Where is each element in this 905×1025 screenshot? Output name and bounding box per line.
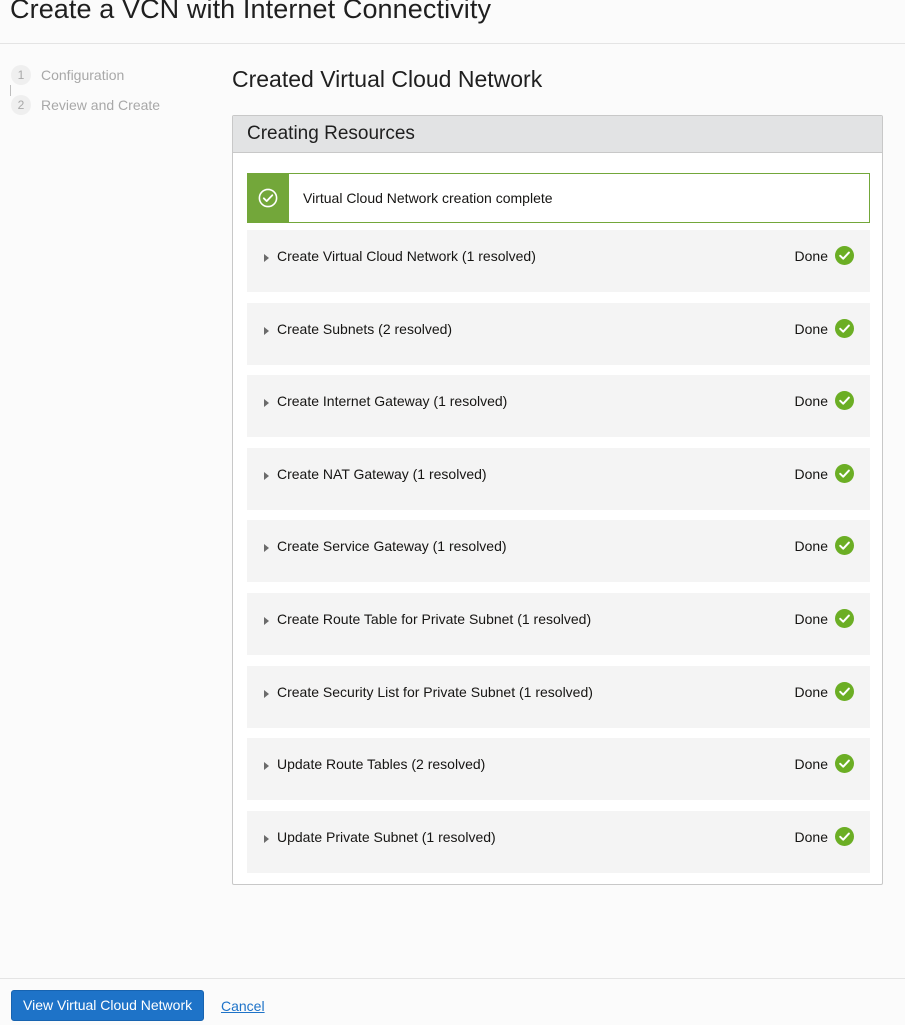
caret-right-icon[interactable] xyxy=(264,689,269,698)
caret-right-icon[interactable] xyxy=(264,326,269,335)
success-message: Virtual Cloud Network creation complete xyxy=(303,190,553,206)
task-status: Done xyxy=(794,756,828,773)
check-circle-icon xyxy=(835,608,854,628)
task-label: Create Security List for Private Subnet … xyxy=(277,683,593,700)
check-circle-icon xyxy=(835,826,854,846)
caret-right-icon[interactable] xyxy=(264,762,269,771)
task-row[interactable]: Create Security List for Private Subnet … xyxy=(247,665,870,728)
task-label: Update Route Tables (2 resolved) xyxy=(277,756,486,773)
task-label: Create Internet Gateway (1 resolved) xyxy=(277,393,508,410)
caret-right-icon[interactable] xyxy=(264,834,269,843)
panel-title: Creating Resources xyxy=(247,123,415,144)
task-status: Done xyxy=(794,610,828,627)
creating-resources-panel: Creating Resources Virtual Cloud Network… xyxy=(232,115,883,885)
task-row[interactable]: Create Internet Gateway (1 resolved) Done xyxy=(247,375,870,438)
task-status: Done xyxy=(794,828,828,845)
check-circle-icon xyxy=(258,188,278,208)
task-row[interactable]: Create Service Gateway (1 resolved) Done xyxy=(247,520,870,583)
check-circle-icon xyxy=(835,318,854,338)
task-row[interactable]: Create Route Table for Private Subnet (1… xyxy=(247,592,870,655)
check-circle-icon xyxy=(835,536,854,556)
step-label: Configuration xyxy=(41,67,125,83)
task-row[interactable]: Update Route Tables (2 resolved) Done xyxy=(247,738,870,801)
caret-right-icon[interactable] xyxy=(264,544,269,553)
check-circle-icon xyxy=(835,681,854,701)
caret-right-icon[interactable] xyxy=(264,254,269,262)
step-label: Review and Create xyxy=(41,97,161,113)
caret-right-icon[interactable] xyxy=(264,616,269,625)
section-title: Created Virtual Cloud Network xyxy=(232,66,543,92)
step-connector xyxy=(10,85,11,96)
task-status: Done xyxy=(794,320,828,337)
caret-right-icon[interactable] xyxy=(264,471,269,480)
check-circle-icon xyxy=(835,463,854,483)
step-number: 2 xyxy=(11,95,31,115)
task-status: Done xyxy=(794,465,828,482)
check-circle-icon xyxy=(835,391,854,411)
task-status: Done xyxy=(794,683,828,700)
success-strip xyxy=(248,174,289,222)
page-header: Create a VCN with Internet Connectivity xyxy=(0,0,905,44)
step-configuration: 1 Configuration xyxy=(11,65,201,95)
task-status: Done xyxy=(794,248,828,264)
task-label: Create Subnets (2 resolved) xyxy=(277,320,453,337)
footer-bar: View Virtual Cloud Network Cancel xyxy=(0,978,905,1025)
cancel-link[interactable]: Cancel xyxy=(221,998,265,1014)
task-row[interactable]: Create Virtual Cloud Network (1 resolved… xyxy=(247,230,870,292)
task-row[interactable]: Create Subnets (2 resolved) Done xyxy=(247,302,870,365)
check-circle-icon xyxy=(835,754,854,774)
check-circle-icon xyxy=(835,246,854,265)
view-virtual-cloud-network-button[interactable]: View Virtual Cloud Network xyxy=(11,990,205,1021)
caret-right-icon[interactable] xyxy=(264,399,269,408)
success-banner: Virtual Cloud Network creation complete xyxy=(247,173,870,223)
task-status: Done xyxy=(794,393,828,410)
task-label: Create Route Table for Private Subnet (1… xyxy=(277,610,592,627)
step-number: 1 xyxy=(11,65,31,85)
task-label: Create NAT Gateway (1 resolved) xyxy=(277,465,487,482)
task-label: Create Service Gateway (1 resolved) xyxy=(277,538,507,555)
panel-header: Creating Resources xyxy=(233,116,882,153)
task-status: Done xyxy=(794,538,828,555)
wizard-steps: 1 Configuration 2 Review and Create xyxy=(11,65,201,125)
task-list: Create Virtual Cloud Network (1 resolved… xyxy=(247,230,870,883)
step-review-and-create: 2 Review and Create xyxy=(11,95,201,125)
task-row[interactable]: Create NAT Gateway (1 resolved) Done xyxy=(247,447,870,510)
task-label: Create Virtual Cloud Network (1 resolved… xyxy=(277,248,536,264)
task-row[interactable]: Update Private Subnet (1 resolved) Done xyxy=(247,810,870,873)
page-title: Create a VCN with Internet Connectivity xyxy=(10,0,492,24)
task-label: Update Private Subnet (1 resolved) xyxy=(277,828,496,845)
